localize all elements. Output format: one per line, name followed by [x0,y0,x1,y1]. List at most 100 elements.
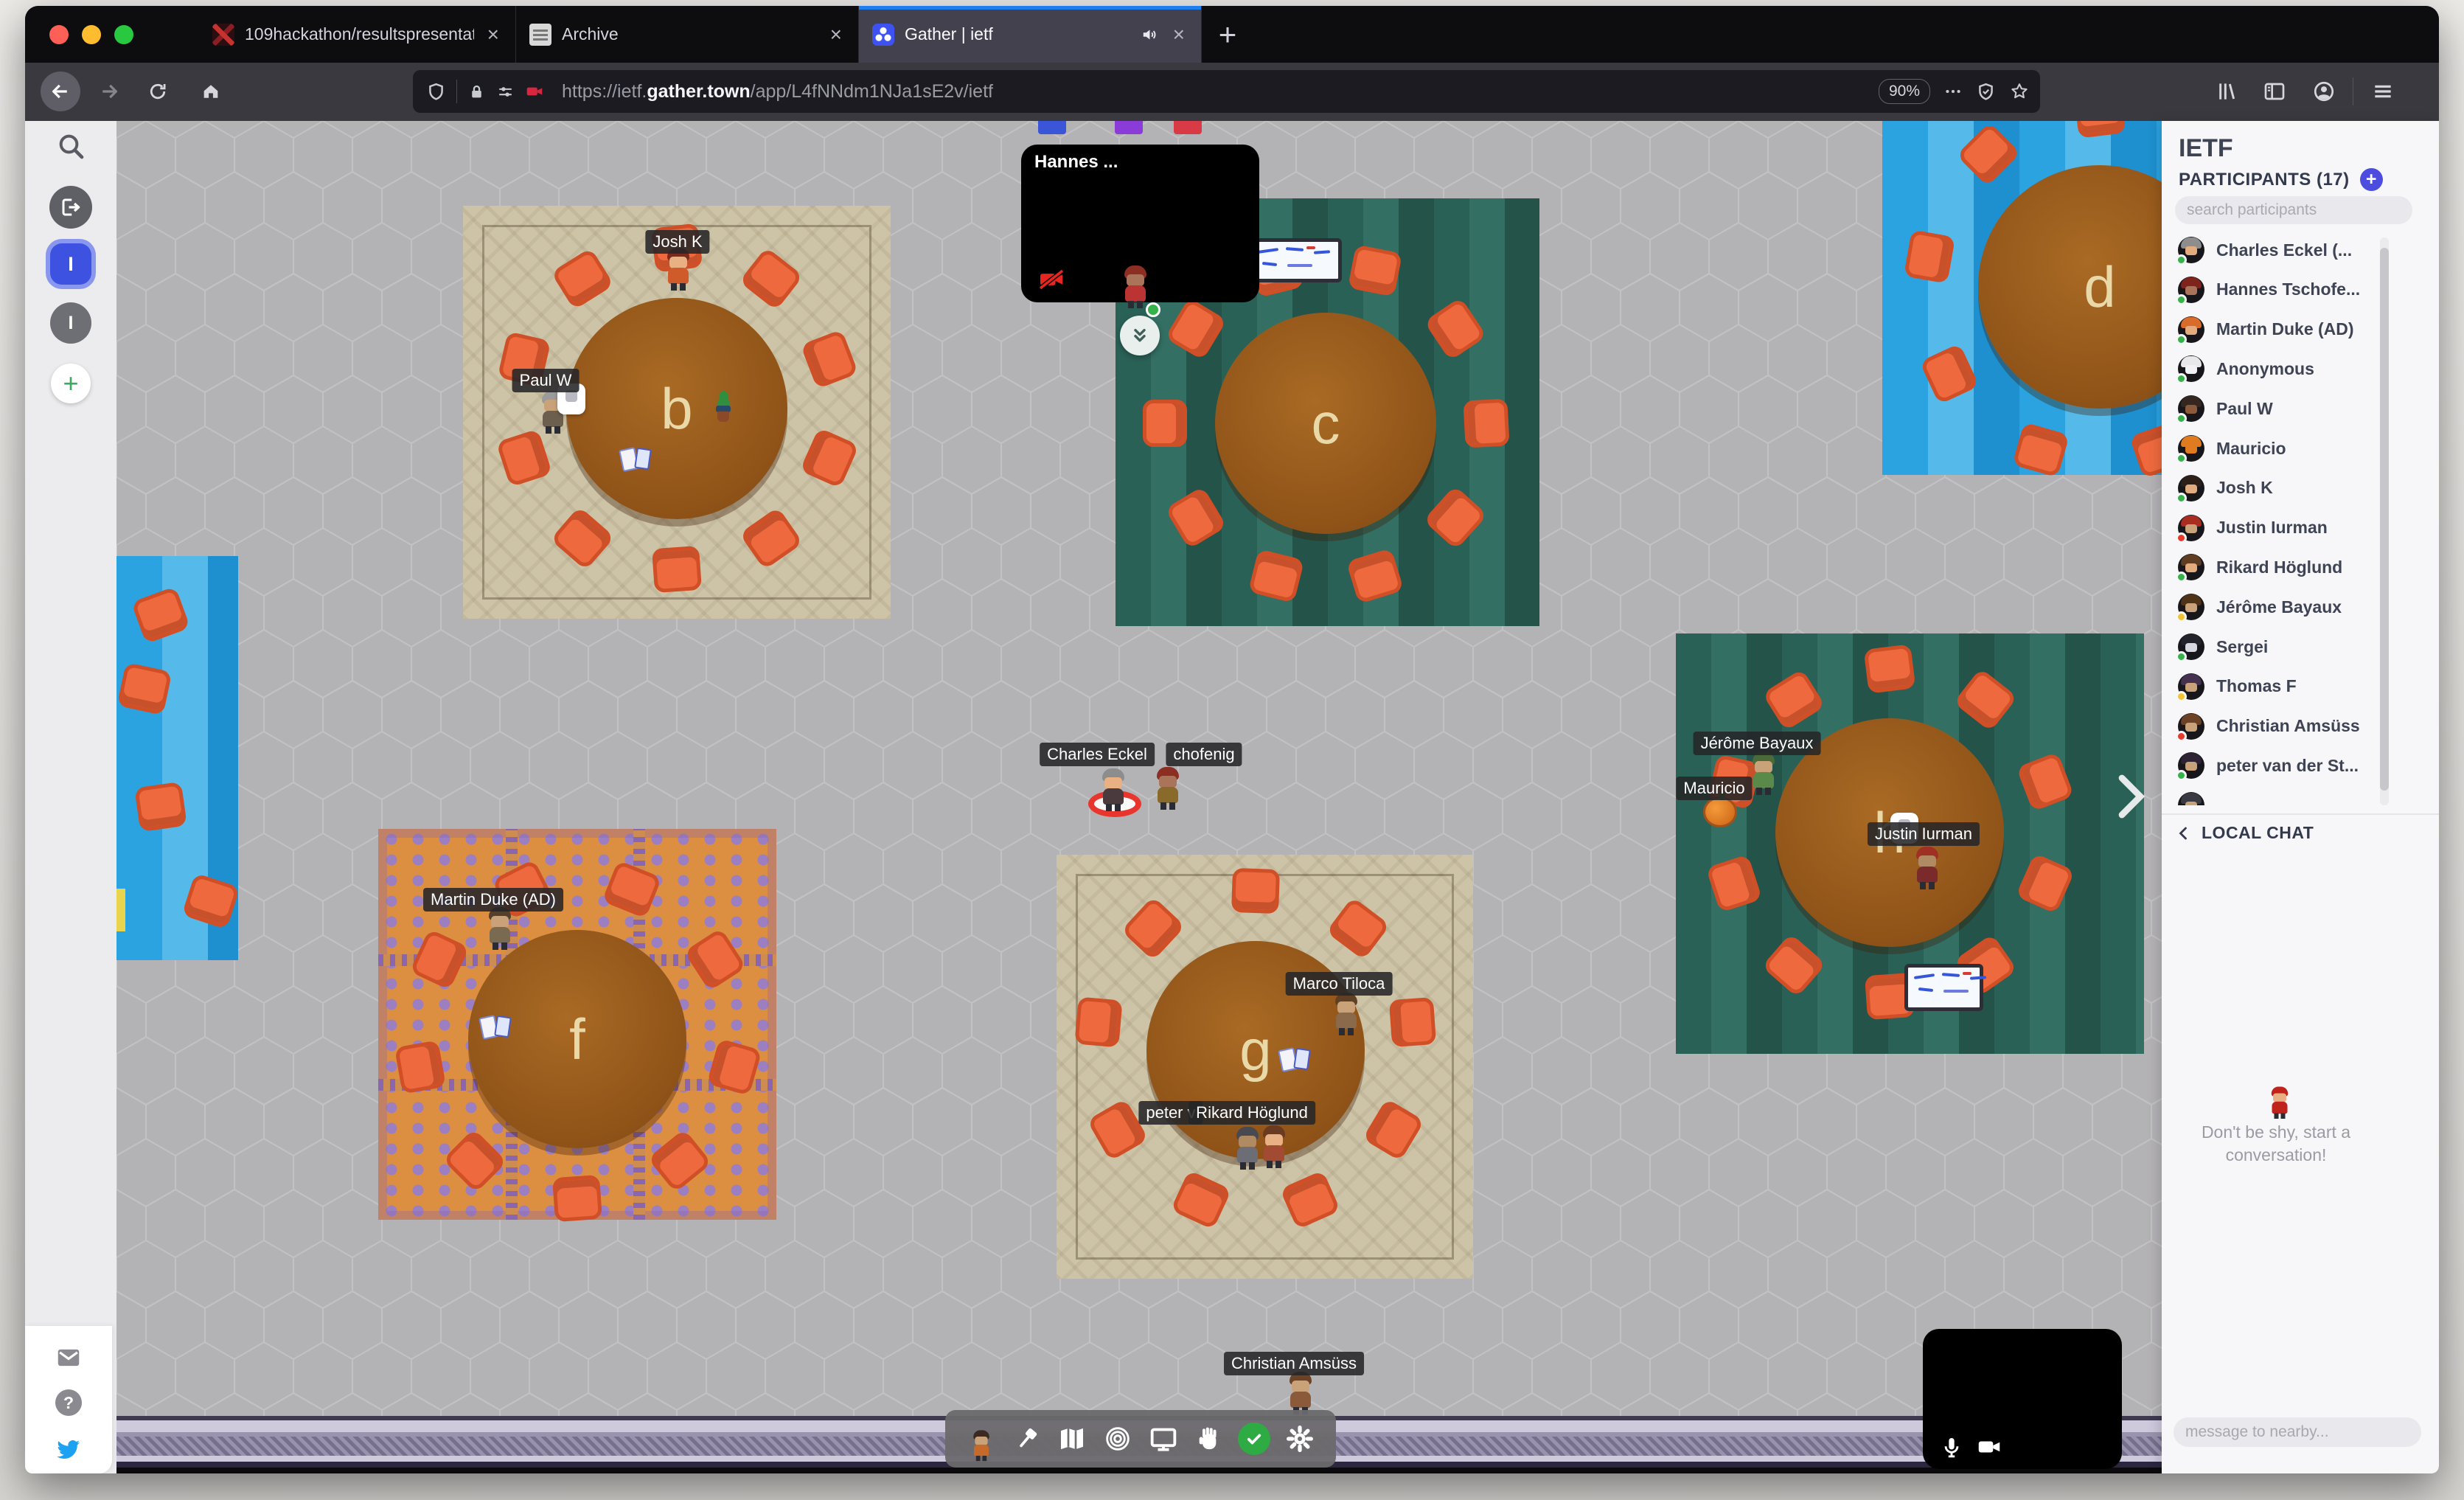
tab-archive[interactable]: Archive× [516,6,859,63]
whiteboard[interactable] [1904,964,1983,1011]
gather-map[interactable]: bcdfghJosh KPaul WMartin Duke (AD)chofen… [116,121,2162,1473]
sidebars-icon[interactable] [2255,72,2294,111]
close-window-button[interactable] [49,25,69,44]
menu-hamburger-icon[interactable] [2363,72,2403,111]
chair[interactable] [1075,997,1123,1048]
map-next-arrow[interactable] [2100,767,2159,830]
chair[interactable] [1231,868,1280,914]
participants-header: PARTICIPANTS (17) [2179,170,2350,190]
table-c[interactable]: c [1215,313,1436,534]
player-label-josh-k: Josh K [645,230,709,254]
status-available-button[interactable] [1233,1418,1275,1459]
raise-hand-button[interactable] [1189,1418,1230,1459]
participant-name: Mauricio [2216,439,2286,459]
chair[interactable] [116,662,172,715]
avatar-charles-eckel [1097,768,1130,813]
participant-row-josh-k[interactable]: Josh K [2162,468,2390,508]
chair[interactable] [1463,398,1509,448]
address-bar[interactable]: https://ietf.gather.town/app/L4fNNdm1NJa… [413,70,2040,113]
library-icon[interactable] [2207,72,2247,111]
tab-close-button[interactable]: × [827,24,845,45]
mic-icon[interactable] [1939,1435,1964,1460]
participant-row[interactable] [2162,785,2390,805]
tab-audio-icon[interactable] [1141,25,1160,44]
participant-avatar [2178,594,2204,620]
chair[interactable] [1389,997,1436,1047]
chat-message-input[interactable] [2174,1417,2421,1447]
search-participants-input[interactable] [2175,196,2412,224]
invite-participant-button[interactable]: + [2360,168,2383,191]
player-label-justin-iurman: Justin Iurman [1868,822,1980,846]
tab-109hackathon-resultspresentat[interactable]: 109hackathon/resultspresentat × [199,6,516,63]
locate-button[interactable] [1097,1418,1138,1459]
status-dot-red [2176,532,2187,544]
participant-row-mauricio[interactable]: Mauricio [2162,428,2390,468]
leave-space-button[interactable] [25,186,116,229]
protection-shield-icon[interactable] [1976,82,1996,102]
participant-row-justin-iurman[interactable]: Justin Iurman [2162,508,2390,548]
camera-active-icon[interactable] [525,82,544,101]
search-icon[interactable] [25,131,116,161]
participant-avatar [2178,395,2204,422]
participant-row-sergei[interactable]: Sergei [2162,627,2390,667]
help-icon[interactable]: ? [25,1389,112,1416]
minimize-video-button[interactable] [1120,316,1160,355]
player-label-mauricio: Mauricio [1676,777,1752,800]
minimize-window-button[interactable] [82,25,101,44]
table-b[interactable]: b [566,298,787,519]
chair[interactable] [652,546,702,593]
chair[interactable] [394,1040,446,1094]
back-button[interactable] [41,72,80,111]
map-button[interactable] [1051,1418,1093,1459]
camera-icon[interactable] [1976,1434,2002,1460]
build-tool-button[interactable] [1006,1418,1048,1459]
participant-row-hannes-tschofe[interactable]: Hannes Tschofe... [2162,270,2390,310]
tab-close-button[interactable]: × [484,24,502,45]
zoom-level-badge[interactable]: 90% [1879,79,1930,104]
add-space-button[interactable]: + [25,364,116,403]
participant-row-martin-duke-ad[interactable]: Martin Duke (AD) [2162,310,2390,350]
status-dot-green [2176,651,2187,662]
whiteboard[interactable] [1248,238,1342,282]
tab-title: 109hackathon/resultspresentat [245,24,474,44]
participant-row-rikard-h-glund[interactable]: Rikard Höglund [2162,547,2390,587]
space-name: IETF [2179,134,2233,163]
wall-flag [1115,121,1143,134]
chair[interactable] [1143,400,1187,447]
chair[interactable] [1864,644,1916,693]
chair[interactable] [1348,244,1402,296]
status-dot-green [2176,453,2187,464]
tab-close-button[interactable]: × [1170,24,1188,45]
participants-scrollbar-thumb[interactable] [2380,248,2389,791]
my-avatar-button[interactable] [961,1418,1002,1459]
screenshare-button[interactable] [1143,1418,1184,1459]
new-tab-button[interactable]: + [1205,6,1250,63]
fullscreen-window-button[interactable] [114,25,133,44]
self-video-tile[interactable] [1923,1329,2122,1469]
participant-row-thomas-f[interactable]: Thomas F [2162,667,2390,706]
participant-row-j-r-me-bayaux[interactable]: Jérôme Bayaux [2162,587,2390,627]
tab-gather-ietf[interactable]: Gather | ietf× [859,6,1202,63]
permissions-icon[interactable] [496,83,515,101]
collapse-chat-icon[interactable] [2175,824,2193,842]
participant-row-charles-eckel[interactable]: Charles Eckel (... [2162,230,2390,270]
account-icon[interactable] [2304,72,2344,111]
tracking-protection-icon[interactable] [426,82,446,102]
bookmark-star-icon[interactable] [2009,81,2030,102]
mail-icon[interactable] [25,1344,112,1372]
reload-button[interactable] [138,72,178,111]
twitter-icon[interactable] [25,1435,112,1463]
participant-row-christian-ams-ss[interactable]: Christian Amsüss [2162,706,2390,746]
space-item[interactable]: I [25,302,116,344]
forward-button[interactable] [89,72,129,111]
home-button[interactable] [191,72,231,111]
chair[interactable] [1903,229,1955,283]
participant-row-paul-w[interactable]: Paul W [2162,389,2390,428]
space-item-active[interactable]: I [25,243,116,285]
page-actions-icon[interactable] [1943,82,1963,101]
participant-row-peter-van-der-st[interactable]: peter van der St... [2162,746,2390,785]
chair[interactable] [134,782,187,832]
participant-row-anonymous[interactable]: Anonymous [2162,349,2390,389]
chair[interactable] [552,1175,602,1222]
settings-gear-button[interactable] [1279,1418,1320,1459]
